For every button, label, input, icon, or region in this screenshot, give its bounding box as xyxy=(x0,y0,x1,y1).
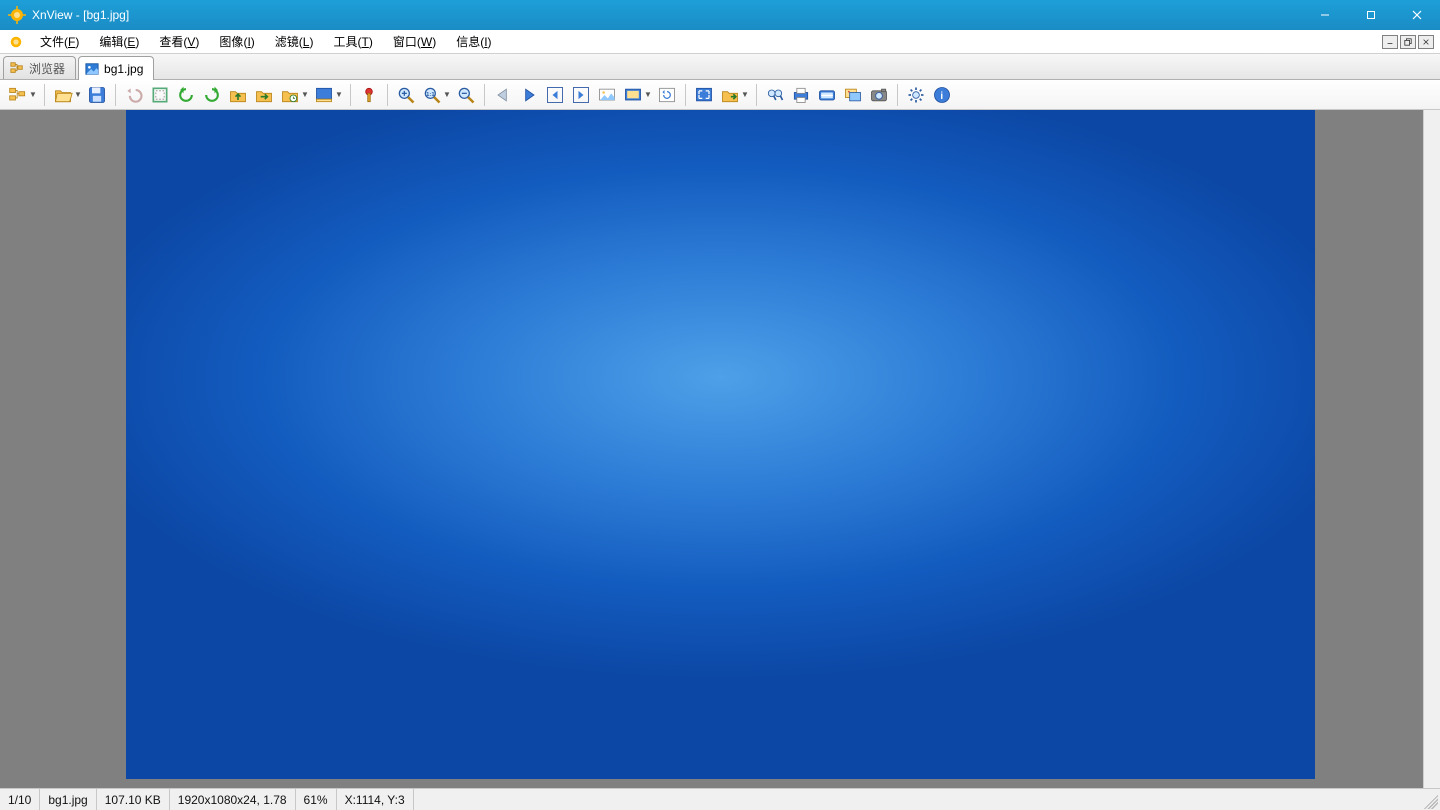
svg-text:1:1: 1:1 xyxy=(426,91,435,97)
browse-button[interactable]: ▼ xyxy=(6,82,38,108)
status-filesize: 107.10 KB xyxy=(97,789,170,810)
chevron-down-icon: ▼ xyxy=(443,90,450,99)
convert-button[interactable] xyxy=(841,82,865,108)
toolbar: ▼ ▼ ▼ ▼ 1:1 ▼ ▼ xyxy=(0,80,1440,110)
resize-grip-icon[interactable] xyxy=(1420,791,1438,809)
rotate-left-button[interactable] xyxy=(174,82,198,108)
chevron-down-icon: ▼ xyxy=(644,90,651,99)
menu-file[interactable]: 文件(F) xyxy=(30,31,89,52)
toolbar-separator xyxy=(115,84,116,106)
fullscreen-button[interactable] xyxy=(692,82,716,108)
chevron-down-icon: ▼ xyxy=(335,90,342,99)
menu-tools[interactable]: 工具(T) xyxy=(323,31,382,52)
undo-button[interactable] xyxy=(122,82,146,108)
open-button[interactable]: ▼ xyxy=(51,82,83,108)
app-icon xyxy=(8,6,26,24)
window-controls xyxy=(1302,0,1440,30)
tree-icon xyxy=(10,61,24,75)
menu-window[interactable]: 窗口(W) xyxy=(383,31,446,52)
view-mode-button[interactable]: ▼ xyxy=(312,82,344,108)
image-canvas-area[interactable] xyxy=(0,110,1440,788)
tab-browser[interactable]: 浏览器 xyxy=(3,56,76,79)
toolbar-separator xyxy=(897,84,898,106)
folder-recent-button[interactable]: ▼ xyxy=(278,82,310,108)
toolbar-separator xyxy=(685,84,686,106)
toolbar-separator xyxy=(484,84,485,106)
tab-image-label: bg1.jpg xyxy=(104,62,143,76)
mdi-restore-button[interactable] xyxy=(1400,35,1416,49)
rotate-right-button[interactable] xyxy=(200,82,224,108)
about-button[interactable]: i xyxy=(930,82,954,108)
zoom-in-button[interactable] xyxy=(394,82,418,108)
status-bar: 1/10 bg1.jpg 107.10 KB 1920x1080x24, 1.7… xyxy=(0,788,1440,810)
folder-forward-button[interactable] xyxy=(252,82,276,108)
menu-image[interactable]: 图像(I) xyxy=(209,31,264,52)
minimize-button[interactable] xyxy=(1302,0,1348,30)
open-with-button[interactable]: ▼ xyxy=(718,82,750,108)
quick-slideshow-button[interactable] xyxy=(595,82,619,108)
zoom-out-button[interactable] xyxy=(454,82,478,108)
folder-up-button[interactable] xyxy=(226,82,250,108)
mdi-window-controls xyxy=(1382,35,1440,49)
mdi-minimize-button[interactable] xyxy=(1382,35,1398,49)
maximize-button[interactable] xyxy=(1348,0,1394,30)
status-dimensions: 1920x1080x24, 1.78 xyxy=(170,789,296,810)
menu-info[interactable]: 信息(I) xyxy=(446,31,501,52)
capture-button[interactable] xyxy=(867,82,891,108)
tab-image[interactable]: bg1.jpg xyxy=(78,56,154,80)
menu-filter[interactable]: 滤镜(L) xyxy=(265,31,324,52)
settings-button[interactable] xyxy=(904,82,928,108)
title-bar[interactable]: XnView - [bg1.jpg] xyxy=(0,0,1440,30)
chevron-down-icon: ▼ xyxy=(29,90,36,99)
print-button[interactable] xyxy=(789,82,813,108)
menu-edit[interactable]: 编辑(E) xyxy=(89,31,149,52)
toolbar-separator xyxy=(756,84,757,106)
save-button[interactable] xyxy=(85,82,109,108)
first-page-button[interactable] xyxy=(543,82,567,108)
chevron-down-icon: ▼ xyxy=(301,90,308,99)
previous-button[interactable] xyxy=(491,82,515,108)
status-zoom: 61% xyxy=(296,789,337,810)
image-view[interactable] xyxy=(126,110,1315,779)
app-window: XnView - [bg1.jpg] 文件(F) 编辑(E) 查看(V) 图像(… xyxy=(0,0,1440,810)
svg-text:i: i xyxy=(940,91,943,102)
close-button[interactable] xyxy=(1394,0,1440,30)
chevron-down-icon: ▼ xyxy=(741,90,748,99)
slideshow-button[interactable]: ▼ xyxy=(621,82,653,108)
zoom-actual-button[interactable]: 1:1 ▼ xyxy=(420,82,452,108)
status-filename: bg1.jpg xyxy=(40,789,96,810)
refresh-button[interactable] xyxy=(655,82,679,108)
search-button[interactable] xyxy=(763,82,787,108)
tab-strip: 浏览器 bg1.jpg xyxy=(0,54,1440,80)
app-menu-icon xyxy=(6,32,26,52)
mdi-close-button[interactable] xyxy=(1418,35,1434,49)
next-button[interactable] xyxy=(517,82,541,108)
image-icon xyxy=(85,62,99,76)
toolbar-separator xyxy=(44,84,45,106)
toolbar-separator xyxy=(387,84,388,106)
chevron-down-icon: ▼ xyxy=(74,90,81,99)
last-page-button[interactable] xyxy=(569,82,593,108)
title-text: XnView - [bg1.jpg] xyxy=(32,8,129,22)
menu-view[interactable]: 查看(V) xyxy=(149,31,209,52)
status-index: 1/10 xyxy=(0,789,40,810)
tab-browser-label: 浏览器 xyxy=(29,60,65,77)
crop-button[interactable] xyxy=(148,82,172,108)
toolbar-separator xyxy=(350,84,351,106)
status-coords: X:1114, Y:3 xyxy=(337,789,414,810)
scan-button[interactable] xyxy=(815,82,839,108)
tag-button[interactable] xyxy=(357,82,381,108)
vertical-scrollbar[interactable] xyxy=(1423,110,1440,788)
menu-bar: 文件(F) 编辑(E) 查看(V) 图像(I) 滤镜(L) 工具(T) 窗口(W… xyxy=(0,30,1440,54)
